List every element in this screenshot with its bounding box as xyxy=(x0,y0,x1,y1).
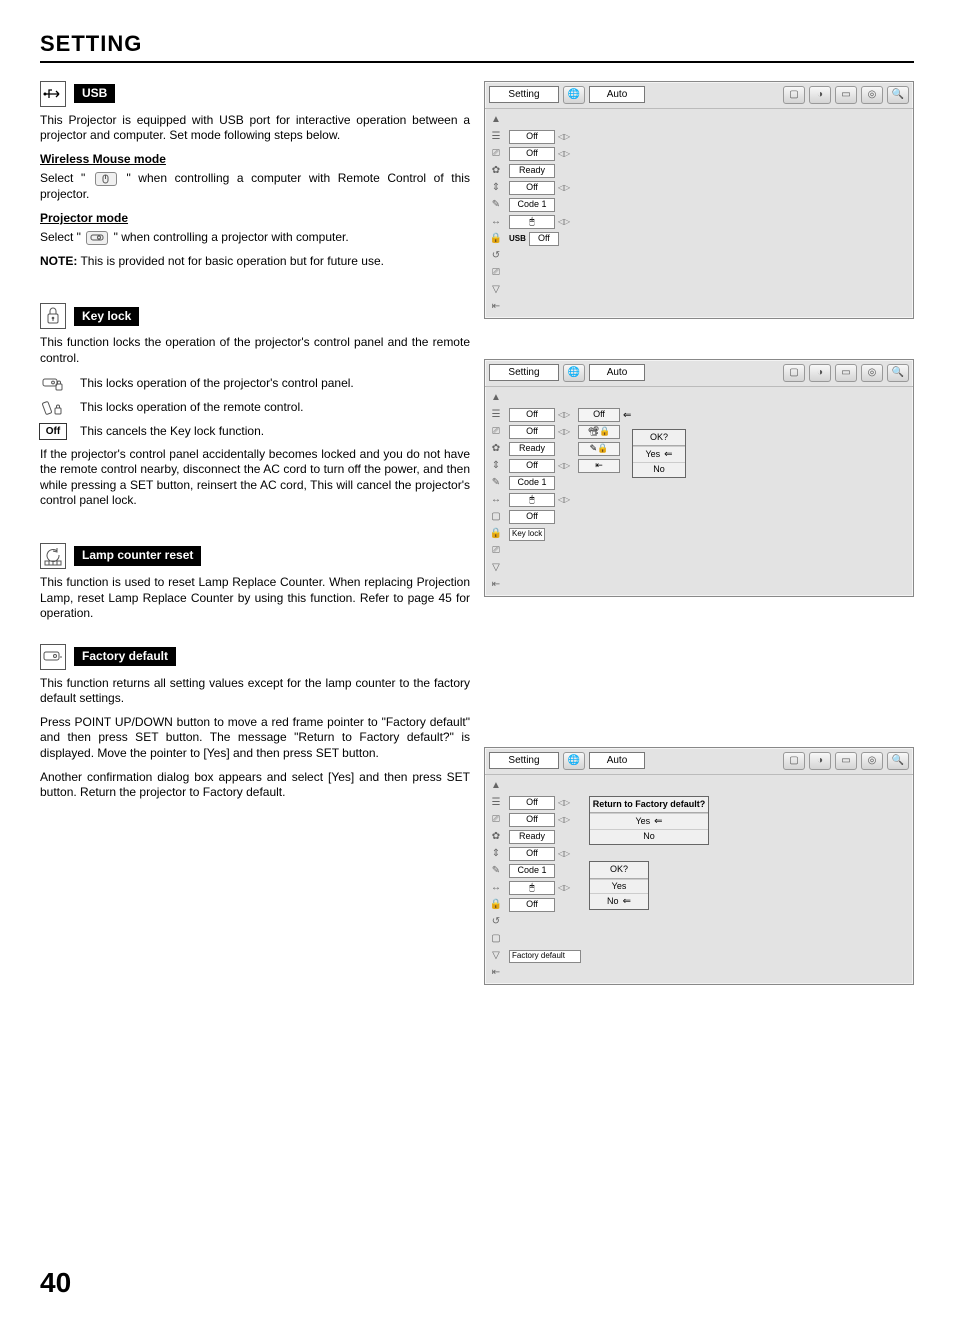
ok-dialog: OK? Yes⇐ No xyxy=(632,429,686,478)
osd-title: Setting xyxy=(489,86,559,103)
popup-exit: ⇤ xyxy=(578,459,620,473)
factory-default-icon xyxy=(40,644,66,670)
factory-tag: Factory default xyxy=(509,950,581,962)
pointer-arrow-icon: ⇐ xyxy=(664,448,672,461)
top-icon-4: ◎ xyxy=(861,364,883,382)
pointer-arrow-icon: ⇐ xyxy=(623,895,631,908)
osd-val-7: Off xyxy=(529,232,559,246)
osd-val-5: Code 1 xyxy=(509,198,555,212)
keylock-recover: If the projector's control panel acciden… xyxy=(40,447,470,509)
osd-auto: Auto xyxy=(589,364,645,381)
row-icon-3: ✿ xyxy=(488,164,504,178)
usb-note: NOTE: This is provided not for basic ope… xyxy=(40,254,470,270)
top-icon-3: ▭ xyxy=(835,752,857,770)
popup-remote-lock: ✎🔒 xyxy=(578,442,620,456)
top-icon-1: ▢ xyxy=(783,364,805,382)
popup-panel-lock: 📽🔒 xyxy=(578,425,620,439)
row-icon-8: ↺ xyxy=(488,249,504,263)
factory-default-steps: Press POINT UP/DOWN button to move a red… xyxy=(40,715,470,762)
osd-val-4: Off xyxy=(509,181,555,195)
top-icon-2: ◑ xyxy=(809,364,831,382)
factory-default-label: Factory default xyxy=(74,647,176,667)
row-icon-1: ☰ xyxy=(488,130,504,144)
pointer-arrow-icon: ⇐ xyxy=(623,409,635,422)
panel-lock-text: This locks operation of the projector's … xyxy=(80,376,354,392)
factory-default-steps2: Another confirmation dialog box appears … xyxy=(40,770,470,801)
top-icon-3: ▭ xyxy=(835,364,857,382)
factory-default-intro: This function returns all setting values… xyxy=(40,676,470,707)
wireless-mouse-mode-text: Select " " when controlling a computer w… xyxy=(40,171,470,202)
row-icon-6: ↔ xyxy=(488,215,504,229)
top-icon-5: 🔍 xyxy=(887,752,909,770)
wireless-mouse-mode-heading: Wireless Mouse mode xyxy=(40,152,470,168)
globe-icon: 🌐 xyxy=(563,752,585,770)
keylock-label: Key lock xyxy=(74,307,139,327)
factory-question-dialog: Return to Factory default? Yes⇐ No xyxy=(589,796,709,845)
scroll-down-icon: ▽ xyxy=(488,283,504,297)
osd-val-2: Off xyxy=(509,147,555,161)
projector-mode-heading: Projector mode xyxy=(40,211,470,227)
page-title: SETTING xyxy=(40,30,914,63)
top-icon-1: ▢ xyxy=(783,86,805,104)
globe-icon: 🌐 xyxy=(563,86,585,104)
row-icon-2: ⎚ xyxy=(488,147,504,161)
usb-label: USB xyxy=(74,84,115,104)
top-icon-4: ◎ xyxy=(861,86,883,104)
keylock-icon xyxy=(40,303,66,329)
projector-mode-icon xyxy=(86,231,108,245)
scroll-up-icon: ▲ xyxy=(488,113,504,127)
off-icon: Off xyxy=(40,423,66,441)
ok-dialog: OK? Yes No⇐ xyxy=(589,861,649,910)
osd-factory: Setting 🌐 Auto ▢ ◑ ▭ ◎ 🔍 ▲ ☰⎚ ✿⇕ ✎↔ 🔒↺ ▢… xyxy=(484,747,914,985)
remote-lock-text: This locks operation of the remote contr… xyxy=(80,400,303,416)
globe-icon: 🌐 xyxy=(563,364,585,382)
osd-usb: Setting 🌐 Auto ▢ ◑ ▭ ◎ 🔍 ▲ ☰ ⎚ ✿ ⇕ ✎ ↔ xyxy=(484,81,914,319)
cancel-text: This cancels the Key lock function. xyxy=(80,424,264,440)
remote-lock-icon xyxy=(40,399,66,417)
top-icon-3: ▭ xyxy=(835,86,857,104)
usb-icon xyxy=(40,81,66,107)
lamp-counter-icon xyxy=(40,543,66,569)
exit-icon: ⇤ xyxy=(488,300,504,314)
panel-lock-icon xyxy=(40,375,66,393)
osd-keylock: Setting 🌐 Auto ▢ ◑ ▭ ◎ 🔍 ▲ ☰⎚ ✿⇕ ✎↔ ▢🔒 ⎚… xyxy=(484,359,914,597)
pointer-arrow-icon: ⇐ xyxy=(654,815,662,828)
row-icon-9: ⎚ xyxy=(488,266,504,280)
usb-intro: This Projector is equipped with USB port… xyxy=(40,113,470,144)
lamp-counter-label: Lamp counter reset xyxy=(74,546,201,566)
osd-title: Setting xyxy=(489,364,559,381)
osd-auto: Auto xyxy=(589,752,645,769)
osd-val-1: Off xyxy=(509,130,555,144)
osd-auto: Auto xyxy=(589,86,645,103)
top-icon-2: ◑ xyxy=(809,752,831,770)
osd-val-6: 🖱 xyxy=(509,215,555,229)
top-icon-4: ◎ xyxy=(861,752,883,770)
osd-title: Setting xyxy=(489,752,559,769)
top-icon-5: 🔍 xyxy=(887,86,909,104)
top-icon-1: ▢ xyxy=(783,752,805,770)
row-icon-5: ✎ xyxy=(488,198,504,212)
osd-val-3: Ready xyxy=(509,164,555,178)
projector-mode-text: Select " " when controlling a projector … xyxy=(40,230,470,246)
row-icon-7: 🔒 xyxy=(488,232,504,246)
mouse-mode-icon xyxy=(95,172,117,186)
keylock-tag: Key lock xyxy=(509,528,545,540)
page-number: 40 xyxy=(40,1265,914,1301)
popup-off: Off xyxy=(578,408,620,422)
usb-tag: USB xyxy=(509,234,526,244)
lamp-counter-text: This function is used to reset Lamp Repl… xyxy=(40,575,470,622)
keylock-intro: This function locks the operation of the… xyxy=(40,335,470,366)
row-icon-4: ⇕ xyxy=(488,181,504,195)
top-icon-2: ◑ xyxy=(809,86,831,104)
top-icon-5: 🔍 xyxy=(887,364,909,382)
